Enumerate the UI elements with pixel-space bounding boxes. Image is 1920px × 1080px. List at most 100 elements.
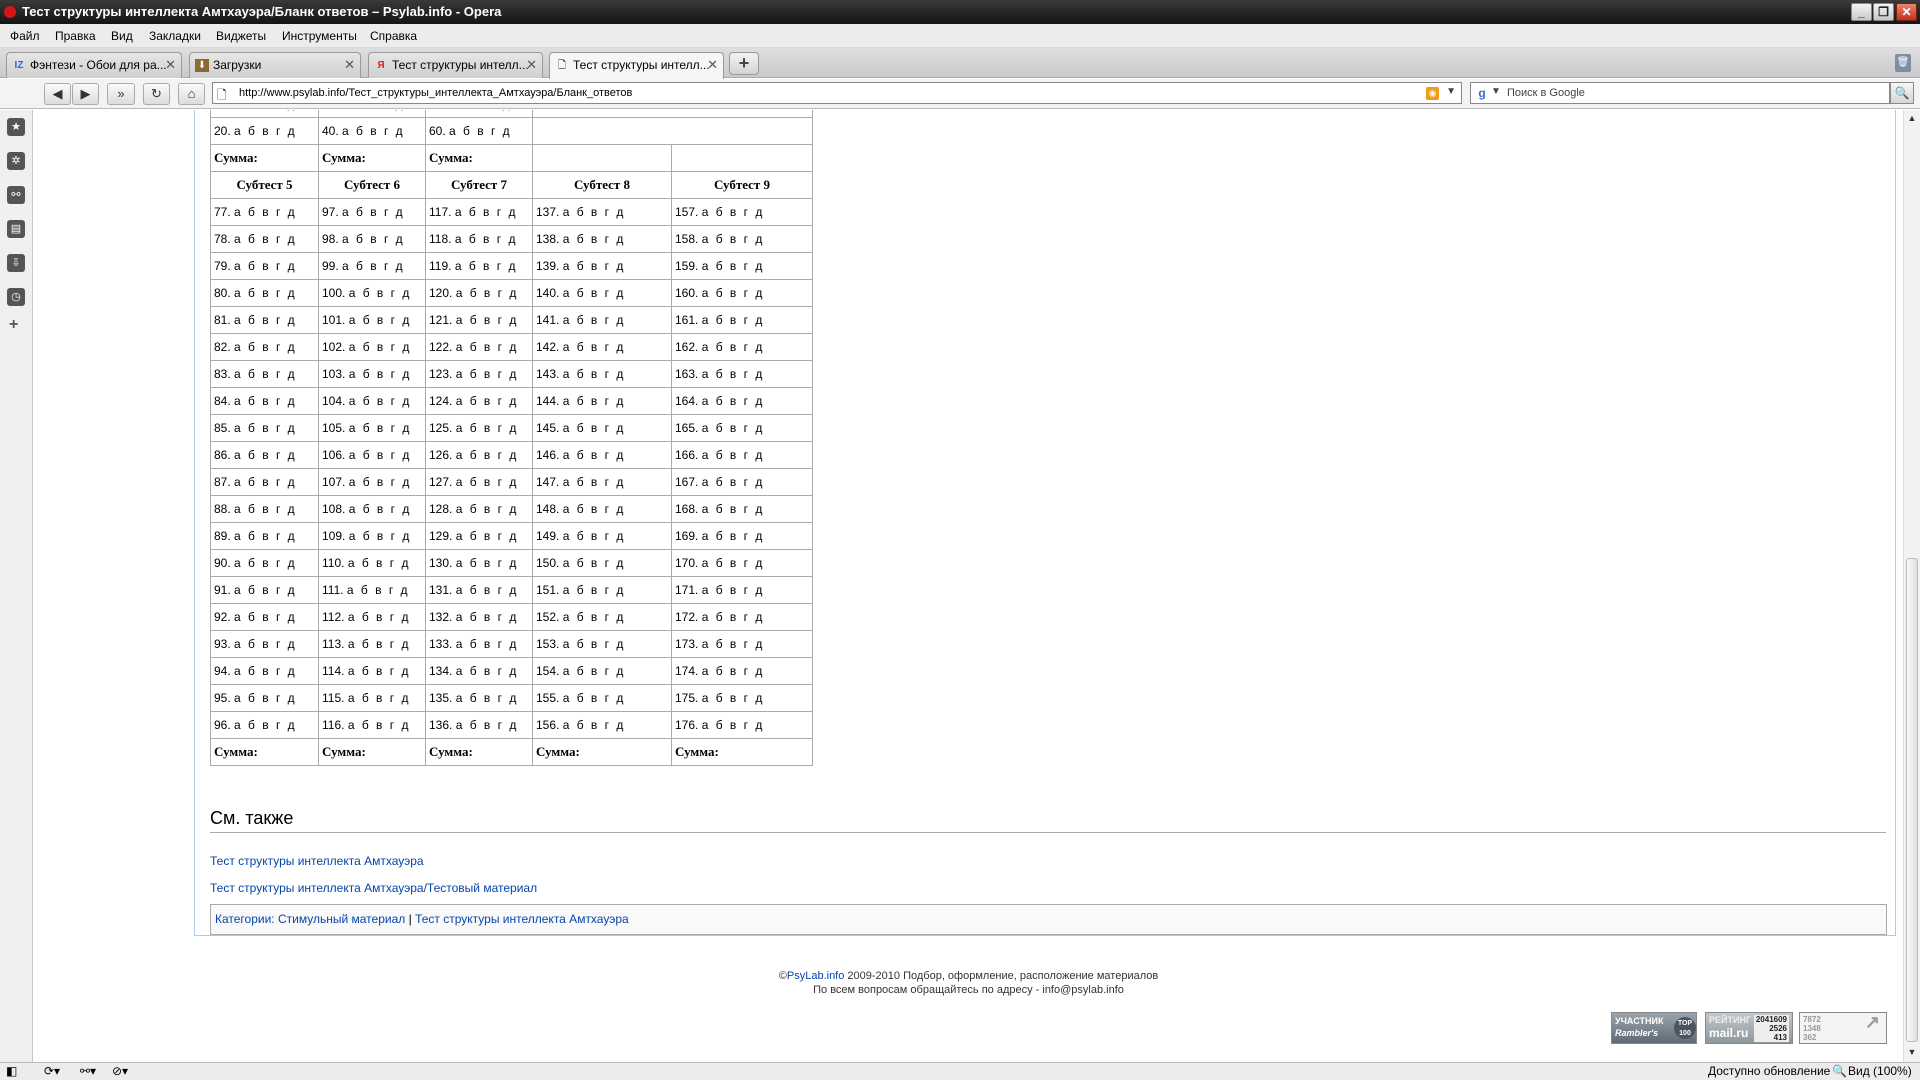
category-amthauer-test[interactable]: Тест структуры интеллекта Амтхауэра bbox=[415, 912, 629, 926]
close-tab-icon[interactable]: ✕ bbox=[344, 53, 355, 77]
rambler-top100-badge[interactable]: УЧАСТНИК Rambler's TOP 100 bbox=[1611, 1012, 1697, 1044]
google-icon[interactable]: g bbox=[1475, 86, 1489, 100]
minimize-button[interactable]: _ bbox=[1851, 3, 1872, 21]
status-bar: ◧ ⟳▾ ⚯▾ ⊘▾ Доступно обновление 🔍 Вид (10… bbox=[0, 1062, 1920, 1080]
empty-cell bbox=[532, 144, 672, 172]
answer-cell: 108. а б в г д bbox=[318, 495, 426, 523]
menu-tools[interactable]: Инструменты bbox=[282, 29, 357, 43]
answer-options: а б в г д bbox=[455, 583, 519, 597]
unite-panel-icon[interactable]: ⚯ bbox=[7, 186, 25, 204]
answer-options: а б в г д bbox=[455, 475, 519, 489]
menu-edit[interactable]: Правка bbox=[55, 29, 96, 43]
answer-options: а б в г д bbox=[455, 340, 519, 354]
menu-widgets[interactable]: Виджеты bbox=[216, 29, 266, 43]
address-bar[interactable]: 🗋 http://www.psylab.info/Тест_структуры_… bbox=[212, 82, 1462, 104]
rss-feed-icon[interactable]: ◉ bbox=[1426, 87, 1439, 100]
add-panel-icon[interactable]: + bbox=[9, 316, 18, 334]
fast-forward-button[interactable]: » bbox=[107, 83, 135, 105]
scrollbar-thumb[interactable] bbox=[1906, 558, 1918, 1042]
zoom-level[interactable]: Вид (100%) bbox=[1848, 1063, 1912, 1080]
question-number: 124. bbox=[429, 394, 456, 408]
question-number: 152. bbox=[536, 610, 563, 624]
menu-bookmarks[interactable]: Закладки bbox=[149, 29, 201, 43]
menu-help[interactable]: Справка bbox=[370, 29, 417, 43]
chevron-down-icon[interactable]: ▼ bbox=[1491, 86, 1501, 97]
sum-label: Сумма: bbox=[671, 738, 813, 766]
transfers-panel-icon[interactable]: ⇩ bbox=[7, 254, 25, 272]
mailru-rating-badge[interactable]: РЕЙТИНГ mail.ru 2041609 2526 413 bbox=[1705, 1012, 1793, 1044]
turbo-icon[interactable]: ⊘▾ bbox=[112, 1063, 128, 1080]
back-button[interactable]: ◀ bbox=[44, 83, 71, 105]
zoom-icon[interactable]: 🔍 bbox=[1832, 1063, 1847, 1080]
update-available-text[interactable]: Доступно обновление bbox=[1708, 1063, 1830, 1080]
answer-options: а б в г д bbox=[562, 232, 626, 246]
table-row: 78. а б в г д 98. а б в г д 118. а б в г д… bbox=[210, 225, 813, 253]
liveinternet-counter-badge[interactable]: 7872 1348 362 ↗ bbox=[1799, 1012, 1887, 1044]
search-button[interactable]: 🔍 bbox=[1890, 82, 1914, 104]
answer-options: а б в г д bbox=[701, 691, 765, 705]
scroll-up-icon[interactable]: ▲ bbox=[1906, 112, 1918, 124]
page-content: 19. а б в г д39. а б в г д59. а б в г д2… bbox=[34, 110, 1903, 1062]
close-tab-icon[interactable]: ✕ bbox=[707, 53, 718, 77]
category-stimulus-material[interactable]: Стимульный материал bbox=[278, 912, 405, 926]
footer-text: 2009-2010 Подбор, оформление, расположен… bbox=[847, 970, 1159, 982]
scroll-down-icon[interactable]: ▼ bbox=[1906, 1046, 1918, 1058]
answer-options: а б в г д bbox=[455, 664, 519, 678]
history-panel-icon[interactable]: ◷ bbox=[7, 288, 25, 306]
question-number: 174. bbox=[675, 664, 702, 678]
empty-cell bbox=[532, 110, 813, 118]
notes-panel-icon[interactable]: ▤ bbox=[7, 220, 25, 238]
answer-cell: 153. а б в г д bbox=[532, 630, 672, 658]
search-field[interactable]: g ▼ Поиск в Google bbox=[1470, 82, 1890, 104]
table-row: 96. а б в г д 116. а б в г д 136. а б в г … bbox=[210, 711, 813, 739]
answer-cell: 127. а б в г д bbox=[425, 468, 533, 496]
panel-toggle-icon[interactable]: ◧ bbox=[6, 1063, 17, 1080]
footer-site-link[interactable]: PsyLab.info bbox=[787, 970, 844, 982]
bookmarks-panel-icon[interactable]: ★ bbox=[7, 118, 25, 136]
answer-options: а б в г д bbox=[701, 205, 765, 219]
tab-downloads[interactable]: ⬇ Загрузки ✕ bbox=[189, 52, 361, 78]
opera-logo-icon[interactable] bbox=[4, 6, 16, 18]
table-row: 90. а б в г д 110. а б в г д 130. а б в г … bbox=[210, 549, 813, 577]
tab-fantasy[interactable]: IZ Фэнтези - Обои для ра... ✕ bbox=[6, 52, 182, 78]
answer-options: а б в г д bbox=[234, 259, 297, 273]
question-number: 85. bbox=[214, 421, 235, 435]
answer-cell: 173. а б в г д bbox=[671, 630, 813, 658]
home-button[interactable]: ⌂ bbox=[178, 83, 205, 105]
unite-icon[interactable]: ⚯▾ bbox=[80, 1063, 96, 1080]
answer-cell: 107. а б в г д bbox=[318, 468, 426, 496]
close-window-button[interactable]: ✕ bbox=[1896, 3, 1917, 21]
question-number: 160. bbox=[675, 286, 702, 300]
tab-test-1[interactable]: Я Тест структуры интелл... ✕ bbox=[368, 52, 543, 78]
answer-options: а б в г д bbox=[562, 718, 626, 732]
answer-options: а б в г д bbox=[346, 583, 410, 597]
question-number: 146. bbox=[536, 448, 563, 462]
answer-cell: 79. а б в г д bbox=[210, 252, 319, 280]
empty-cell bbox=[671, 144, 813, 172]
answer-options: а б в г д bbox=[234, 448, 297, 462]
answer-options: а б в г д bbox=[701, 367, 765, 381]
tab-test-2-active[interactable]: 🗋 Тест структуры интелл... ✕ bbox=[549, 52, 724, 79]
trash-icon[interactable]: 🗑 bbox=[1895, 54, 1911, 72]
forward-button[interactable]: ▶ bbox=[72, 83, 99, 105]
close-tab-icon[interactable]: ✕ bbox=[165, 53, 176, 77]
footer-copyright: ©PsyLab.info 2009-2010 Подбор, оформлени… bbox=[34, 970, 1903, 982]
question-number: 108. bbox=[322, 502, 349, 516]
link-amthauer-test[interactable]: Тест структуры интеллекта Амтхауэра bbox=[210, 854, 424, 868]
chevron-down-icon[interactable]: ▼ bbox=[1446, 86, 1456, 97]
answer-cell: 59. а б в г д bbox=[425, 110, 533, 118]
address-url: http://www.psylab.info/Тест_структуры_ин… bbox=[239, 87, 633, 99]
reload-button[interactable]: ↻ bbox=[143, 83, 170, 105]
new-tab-button[interactable]: + bbox=[729, 52, 759, 75]
vertical-scrollbar[interactable]: ▲ ▼ bbox=[1903, 110, 1920, 1062]
close-tab-icon[interactable]: ✕ bbox=[526, 53, 537, 77]
sync-icon[interactable]: ⟳▾ bbox=[44, 1063, 60, 1080]
categories-label[interactable]: Категории: bbox=[215, 912, 275, 926]
badge-stats: 2041609 2526 413 bbox=[1753, 1015, 1789, 1042]
maximize-button[interactable]: ❐ bbox=[1873, 3, 1894, 21]
widgets-panel-icon[interactable]: ✲ bbox=[7, 152, 25, 170]
menu-view[interactable]: Вид bbox=[111, 29, 133, 43]
menu-file[interactable]: Файл bbox=[10, 29, 40, 43]
answer-options: а б в г д bbox=[455, 367, 519, 381]
link-amthauer-test-material[interactable]: Тест структуры интеллекта Амтхауэра/Тест… bbox=[210, 881, 537, 895]
